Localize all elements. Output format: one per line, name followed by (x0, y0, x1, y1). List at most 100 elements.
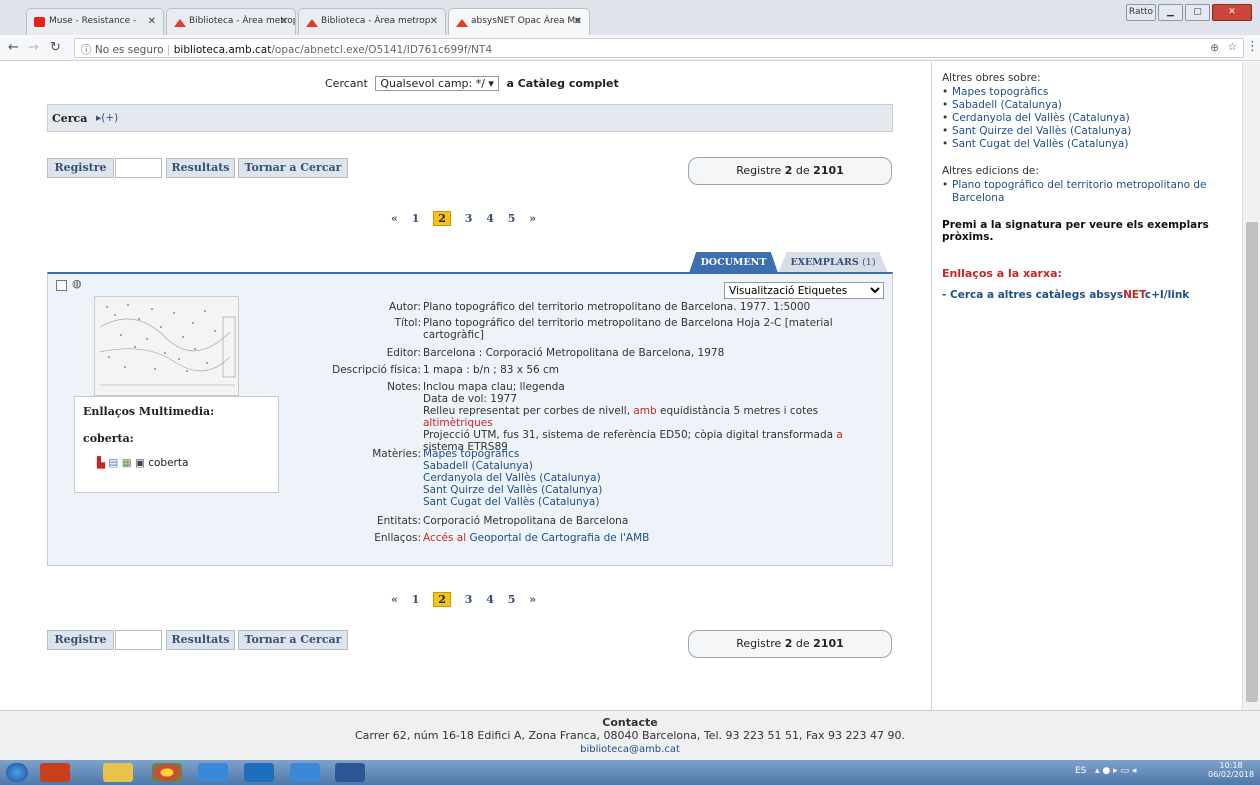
resultats-button[interactable]: Resultats (166, 158, 235, 178)
geoportal-link[interactable]: Geoportal de Cartografia de l'AMB (466, 532, 650, 544)
sidebar-link[interactable]: Plano topográfico del territorio metropo… (952, 179, 1207, 204)
reload-icon[interactable]: ↻ (50, 40, 61, 55)
cerca-bar[interactable]: Cerca ▸(+) (47, 104, 893, 132)
url-input[interactable]: ⓘ No es seguro | biblioteca.amb.cat/opac… (74, 38, 1244, 58)
page-link[interactable]: 3 (465, 593, 473, 606)
registre-button[interactable]: Registre (47, 158, 114, 178)
office-icon[interactable] (40, 763, 70, 782)
close-icon[interactable]: ✕ (280, 16, 288, 27)
start-button[interactable] (6, 763, 28, 782)
tornar-a-cercar-button[interactable]: Tornar a Cercar (238, 630, 348, 650)
notes-value: Inclou mapa clau; llegenda Data de vol: … (423, 381, 873, 453)
current-page: 2 (433, 592, 451, 607)
page-link[interactable]: 1 (412, 212, 420, 225)
page-link[interactable]: 5 (508, 212, 516, 225)
page-link[interactable]: 3 (465, 212, 473, 225)
cerca-expand-toggle[interactable]: ▸(+) (96, 112, 118, 124)
internet-explorer-icon[interactable] (198, 763, 228, 782)
footer-title: Contacte (602, 716, 658, 729)
registre-button[interactable]: Registre (47, 630, 114, 650)
table-icon[interactable]: ▦ (122, 457, 132, 469)
tab-exemplars[interactable]: EXEMPLARS (1) (778, 252, 888, 273)
sidebar-link[interactable]: Sant Cugat del Vallès (Catalunya) (952, 138, 1128, 150)
field-label: Editor: (386, 347, 421, 359)
tray-icons[interactable]: ▴ ● ▸ ▭ ◂ (1095, 766, 1136, 776)
sidebar-link[interactable]: Sabadell (Catalunya) (952, 99, 1062, 111)
cerca-net-text: NET (1123, 289, 1145, 301)
close-icon[interactable]: ✕ (148, 16, 156, 27)
window-close-button[interactable]: ✕ (1212, 4, 1252, 21)
next-page-link[interactable]: » (529, 593, 536, 606)
page-link[interactable]: 4 (486, 593, 494, 606)
materia-link[interactable]: Cerdanyola del Vallès (Catalunya) (423, 472, 601, 484)
close-icon[interactable]: ✕ (430, 16, 438, 27)
browser-tab-absysnet[interactable]: absysNET Opac Àrea Me ✕ (448, 8, 590, 36)
registre-counter-label: Registre (736, 164, 782, 177)
acces-link[interactable]: Accés al (423, 532, 466, 544)
minimize-button[interactable]: ▁ (1158, 4, 1183, 21)
sidebar-link[interactable]: Cerdanyola del Vallès (Catalunya) (952, 112, 1130, 124)
chrome-icon[interactable] (152, 763, 182, 782)
language-indicator[interactable]: ES (1075, 766, 1086, 776)
view-mode-select[interactable]: Visualització Etiquetes (724, 282, 884, 299)
word-icon[interactable] (335, 763, 365, 782)
maximize-button[interactable]: ▢ (1185, 4, 1210, 21)
autor-link[interactable]: Plano topográfico del territorio metropo… (423, 301, 873, 313)
zoom-icon[interactable]: ⊕ (1210, 42, 1219, 54)
footer-email-link[interactable]: biblioteca@amb.cat (580, 744, 680, 755)
prev-page-link[interactable]: « (391, 593, 398, 606)
document-icon[interactable]: ▤ (108, 457, 118, 469)
bookmark-star-icon[interactable]: ☆ (1228, 41, 1237, 53)
page-link[interactable]: 5 (508, 593, 516, 606)
tornar-a-cercar-button[interactable]: Tornar a Cercar (238, 158, 348, 178)
close-icon[interactable]: ✕ (574, 16, 582, 27)
cover-link[interactable]: coberta (148, 457, 188, 469)
registre-number-input[interactable] (115, 630, 162, 650)
page-link[interactable]: 4 (486, 212, 494, 225)
materia-link[interactable]: Mapes topogràfics (423, 448, 519, 460)
materia-link[interactable]: Sant Cugat del Vallès (Catalunya) (423, 496, 599, 508)
outlook-icon[interactable] (244, 763, 274, 782)
materia-link[interactable]: Sant Quirze del Vallès (Catalunya) (423, 484, 602, 496)
info-icon[interactable]: ⓘ (81, 44, 92, 56)
file-explorer-icon[interactable] (103, 763, 133, 782)
field-label: Matèries: (372, 448, 421, 460)
page-link[interactable]: 1 (412, 593, 420, 606)
browser-tab-biblioteca-1[interactable]: Biblioteca - Àrea metrop ✕ (166, 8, 296, 35)
tab-exemplars-label: EXEMPLARS (790, 257, 859, 268)
map-thumbnail[interactable] (94, 296, 239, 396)
sidebar-link[interactable]: Mapes topogràfics (952, 86, 1048, 98)
resultats-button[interactable]: Resultats (166, 630, 235, 650)
internet-explorer-icon[interactable] (290, 763, 320, 782)
registre-of: de (795, 164, 810, 177)
cerca-label: Cerca (52, 112, 88, 125)
browser-menu-icon[interactable]: ⋮ (1246, 39, 1259, 54)
cerca-altres-link[interactable]: - Cerca a altres catàlegs absysNETc+I/li… (942, 289, 1231, 301)
forward-arrow-icon[interactable]: → (28, 40, 39, 55)
camera-icon[interactable]: ▣ (135, 457, 145, 469)
sidebar-link[interactable]: Sant Quirze del Vallès (Catalunya) (952, 125, 1131, 137)
record-panel: ◍ Enllaços Multimedia: coberta: ▙ ▤ ▦ ▣ (47, 272, 893, 566)
materia-link[interactable]: Sabadell (Catalunya) (423, 460, 533, 472)
registre-current: 2 (784, 164, 793, 177)
tab-exemplars-count: (1) (862, 257, 876, 268)
url-path: /opac/abnetcl.exe/O5141/ID761c699f/NT4 (271, 44, 492, 56)
prev-page-link[interactable]: « (391, 212, 398, 225)
entitats-link[interactable]: Corporació Metropolitana de Barcelona (423, 515, 873, 527)
page-footer: Contacte Carrer 62, núm 16-18 Edifici A,… (0, 710, 1260, 760)
tab-document[interactable]: DOCUMENT (689, 252, 778, 273)
clock[interactable]: 10:18 06/02/2018 (1208, 761, 1254, 779)
next-page-link[interactable]: » (529, 212, 536, 225)
field-label: Títol: (394, 317, 421, 329)
pdf-icon[interactable]: ▙ (97, 457, 105, 469)
search-field-select[interactable]: Qualsevol camp: */ ▾ (375, 76, 499, 91)
profile-button[interactable]: Ratto (1126, 4, 1156, 21)
browser-tab-youtube[interactable]: Muse - Resistance - ✕ (26, 8, 164, 35)
back-arrow-icon[interactable]: ← (8, 40, 19, 55)
page-scrollbar[interactable] (1242, 62, 1260, 710)
registre-number-input[interactable] (115, 158, 162, 178)
browser-tab-biblioteca-2[interactable]: Biblioteca - Àrea metrop ✕ (298, 8, 446, 35)
scrollbar-thumb[interactable] (1246, 222, 1258, 702)
registre-counter-label: Registre (736, 637, 782, 650)
select-checkbox[interactable] (56, 280, 67, 291)
